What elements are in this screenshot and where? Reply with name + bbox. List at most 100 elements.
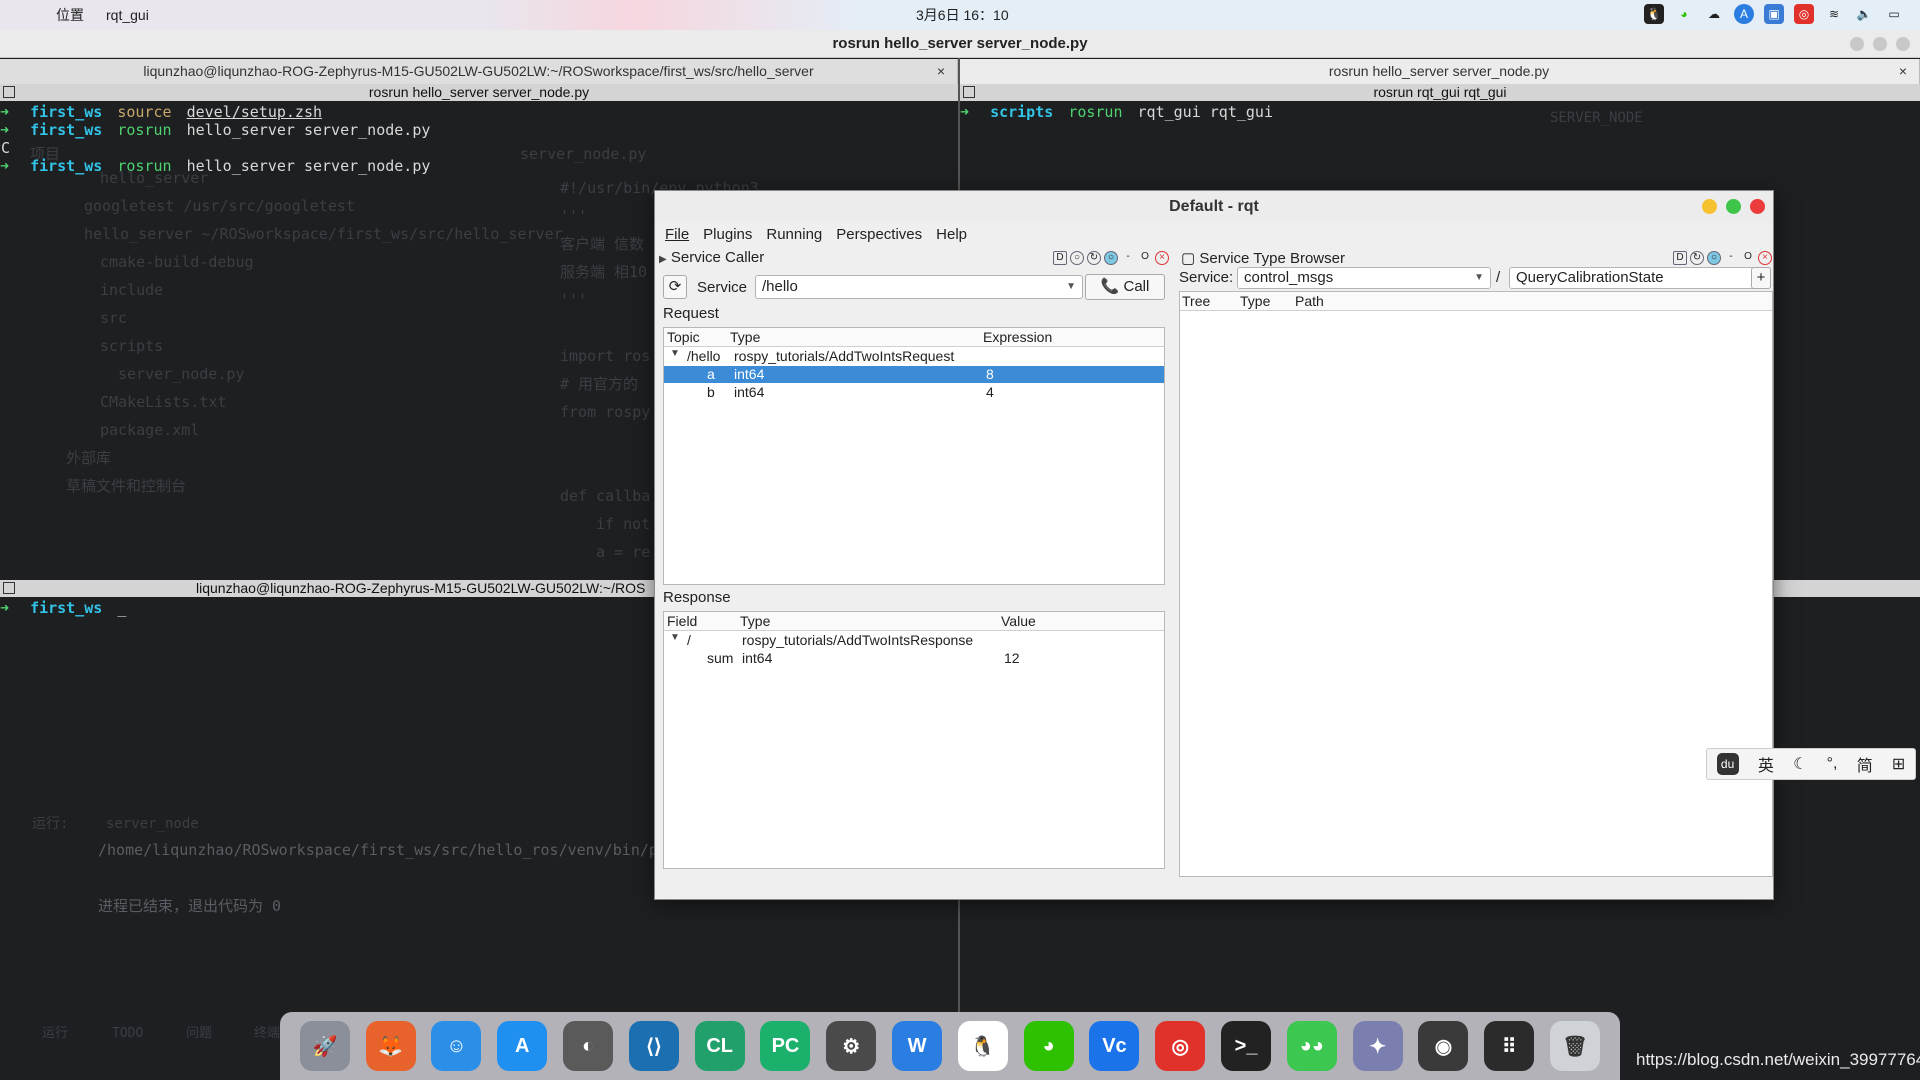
wps-icon[interactable]: W xyxy=(892,1021,943,1071)
service-select[interactable]: /hello ▼ xyxy=(755,275,1083,299)
finder-icon[interactable]: ☺ xyxy=(431,1021,482,1071)
qq-tray-icon[interactable]: 🐧 xyxy=(1644,4,1664,24)
row-expression[interactable]: 4 xyxy=(986,384,994,400)
rqt-title-bar[interactable]: Default - rqt xyxy=(655,191,1773,223)
col-field[interactable]: Field xyxy=(667,613,697,629)
help-icon[interactable]: D xyxy=(1053,251,1067,265)
call-button[interactable]: 📞 Call xyxy=(1085,274,1165,300)
col-type[interactable]: Type xyxy=(740,613,770,629)
ime-lang-toggle[interactable]: 英 xyxy=(1758,752,1774,776)
wechat-tray-icon[interactable]: ◕ xyxy=(1674,4,1694,24)
terminal-icon[interactable]: >_ xyxy=(1221,1021,1272,1071)
col-value[interactable]: Value xyxy=(1001,613,1036,629)
request-row[interactable]: a int64 8 xyxy=(664,366,1164,383)
terminal-tab-2[interactable]: rosrun hello_server server_node.py × xyxy=(959,59,1920,84)
col-path[interactable]: Path xyxy=(1295,293,1324,309)
settings-icon[interactable]: ⚙ xyxy=(826,1021,877,1071)
reload-icon[interactable]: ↻ xyxy=(1087,251,1101,265)
disk-icon[interactable]: ◉ xyxy=(1418,1021,1469,1071)
input-method-icon[interactable]: A xyxy=(1734,4,1754,24)
maximize-button[interactable] xyxy=(1726,199,1741,214)
col-topic[interactable]: Topic xyxy=(667,329,700,345)
menu-help[interactable]: Help xyxy=(936,223,967,247)
pycharm-icon[interactable]: PC xyxy=(760,1021,811,1071)
col-expression[interactable]: Expression xyxy=(983,329,1052,345)
menu-active-app[interactable]: rqt_gui xyxy=(106,7,149,23)
split-icon[interactable] xyxy=(3,582,15,594)
app-grid-icon[interactable]: ⠿ xyxy=(1484,1021,1535,1071)
minimize-panel-icon[interactable]: - xyxy=(1724,251,1738,265)
ime-logo-icon[interactable]: du xyxy=(1716,753,1739,775)
expand-icon[interactable]: ▼ xyxy=(670,348,680,359)
close-panel-icon[interactable]: × xyxy=(1155,251,1169,265)
moon-icon[interactable]: ☾ xyxy=(1793,754,1807,774)
response-tree[interactable]: Field Type Value ▼ / rospy_tutorials/Add… xyxy=(663,611,1165,869)
minimize-panel-icon[interactable]: - xyxy=(1121,251,1135,265)
minimize-button[interactable] xyxy=(1702,199,1717,214)
type-browser-header[interactable]: ▢ Service Type Browser xyxy=(1181,249,1345,267)
type-select[interactable]: QueryCalibrationState ▼ xyxy=(1509,267,1771,289)
clion-icon[interactable]: CL xyxy=(694,1021,745,1071)
menu-perspectives[interactable]: Perspectives xyxy=(836,223,922,247)
grid-icon[interactable]: ⊞ xyxy=(1892,754,1905,774)
split-icon[interactable] xyxy=(3,86,15,98)
menu-plugins[interactable]: Plugins xyxy=(703,223,752,247)
close-button[interactable] xyxy=(1896,37,1910,51)
launchpad-icon[interactable]: 🚀 xyxy=(299,1021,350,1071)
service-caller-header[interactable]: ▶ Service Caller xyxy=(659,249,764,266)
game-icon[interactable]: ✦ xyxy=(1352,1021,1403,1071)
netease-tray-icon[interactable]: ◎ xyxy=(1794,4,1814,24)
expand-icon[interactable]: ▼ xyxy=(670,632,680,643)
close-tab-icon[interactable]: × xyxy=(1899,59,1907,84)
col-type[interactable]: Type xyxy=(1240,293,1270,309)
qq-icon[interactable]: 🐧 xyxy=(957,1021,1008,1071)
maximize-button[interactable] xyxy=(1873,37,1887,51)
close-button[interactable] xyxy=(1750,199,1765,214)
row-expression[interactable]: 8 xyxy=(986,366,994,382)
reload-icon[interactable]: ↻ xyxy=(1690,251,1704,265)
volume-icon[interactable]: 🔈 xyxy=(1854,4,1874,24)
app-store-icon[interactable]: A xyxy=(497,1021,548,1071)
refresh-services-button[interactable]: ⟳ xyxy=(663,275,687,299)
wifi-icon[interactable]: ≋ xyxy=(1824,4,1844,24)
close-panel-icon[interactable]: × xyxy=(1758,251,1772,265)
vscode-icon[interactable]: ⟨⟩ xyxy=(628,1021,679,1071)
terminal-tab-1[interactable]: liqunzhao@liqunzhao-ROG-Zephyrus-M15-GU5… xyxy=(0,59,958,84)
punctuation-icon[interactable]: °, xyxy=(1827,755,1838,773)
menu-running[interactable]: Running xyxy=(766,223,822,247)
clock[interactable]: 3月6日 16：10 xyxy=(916,5,1009,25)
menu-location[interactable]: 位置 xyxy=(56,5,84,25)
split-icon[interactable] xyxy=(963,86,975,98)
request-row[interactable]: b int64 4 xyxy=(664,384,1164,401)
collapse-icon[interactable]: ▶ xyxy=(659,254,667,265)
col-type[interactable]: Type xyxy=(730,329,760,345)
toggle-icon[interactable]: ◐ xyxy=(563,1021,614,1071)
menu-file[interactable]: File xyxy=(665,223,689,247)
config-icon[interactable]: ○ xyxy=(1104,251,1118,265)
type-tree[interactable]: Tree Type Path xyxy=(1179,291,1773,877)
wechat-work-icon[interactable]: ◕◕ xyxy=(1286,1021,1337,1071)
trash-icon[interactable]: 🗑 xyxy=(1550,1021,1601,1071)
config-icon[interactable]: ○ xyxy=(1707,251,1721,265)
close-tab-icon[interactable]: × xyxy=(937,59,945,84)
wechat-icon[interactable]: ◕ xyxy=(1023,1021,1074,1071)
float-panel-icon[interactable]: O xyxy=(1741,251,1755,265)
package-select[interactable]: control_msgs ▼ xyxy=(1237,267,1491,289)
response-row[interactable]: ▼ / rospy_tutorials/AddTwoIntsResponse xyxy=(664,632,1164,649)
screenshot-icon[interactable]: ▣ xyxy=(1764,4,1784,24)
settings-icon[interactable]: ○ xyxy=(1070,251,1084,265)
battery-icon[interactable]: ▭ xyxy=(1884,4,1904,24)
help-icon[interactable]: D xyxy=(1673,251,1687,265)
netease-music-icon[interactable]: ◎ xyxy=(1155,1021,1206,1071)
firefox-icon[interactable]: 🦊 xyxy=(365,1021,416,1071)
minimize-button[interactable] xyxy=(1850,37,1864,51)
vnote-icon[interactable]: Vc xyxy=(1089,1021,1140,1071)
col-tree[interactable]: Tree xyxy=(1182,293,1210,309)
add-type-button[interactable]: + xyxy=(1751,267,1771,289)
response-row[interactable]: sum int64 12 xyxy=(664,650,1164,667)
request-tree[interactable]: Topic Type Expression ▼ /hello rospy_tut… xyxy=(663,327,1165,585)
request-row[interactable]: ▼ /hello rospy_tutorials/AddTwoIntsReque… xyxy=(664,348,1164,365)
ime-simplified-toggle[interactable]: 简 xyxy=(1857,752,1873,776)
float-panel-icon[interactable]: O xyxy=(1138,251,1152,265)
cloud-icon[interactable]: ☁ xyxy=(1704,4,1724,24)
